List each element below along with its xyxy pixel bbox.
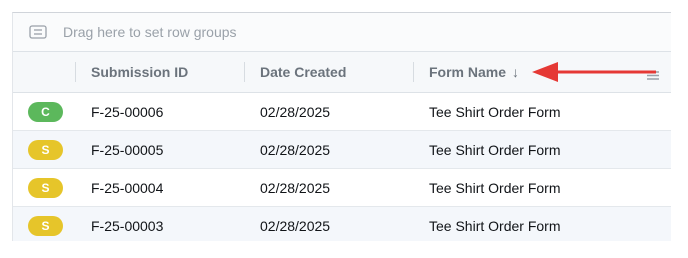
header-status bbox=[13, 52, 75, 92]
table-row[interactable]: C F-25-00006 02/28/2025 Tee Shirt Order … bbox=[13, 93, 671, 131]
row-groups-icon bbox=[29, 25, 47, 39]
header-date-created[interactable]: Date Created bbox=[244, 52, 413, 92]
sort-descending-icon[interactable]: ↓ bbox=[512, 64, 519, 80]
submission-id-cell: F-25-00003 bbox=[91, 217, 164, 234]
table-row[interactable]: S F-25-00005 02/28/2025 Tee Shirt Order … bbox=[13, 131, 671, 169]
row-group-drop-zone[interactable]: Drag here to set row groups bbox=[13, 13, 671, 52]
form-name-cell: Tee Shirt Order Form bbox=[429, 217, 561, 234]
date-created-cell: 02/28/2025 bbox=[260, 141, 331, 158]
status-badge: S bbox=[28, 177, 63, 198]
column-separator[interactable] bbox=[244, 62, 245, 82]
submission-id-cell: F-25-00005 bbox=[91, 141, 164, 158]
table-row[interactable]: S F-25-00004 02/28/2025 Tee Shirt Order … bbox=[13, 169, 671, 207]
status-badge: C bbox=[28, 101, 63, 122]
submission-id-cell: F-25-00004 bbox=[91, 179, 164, 196]
date-created-cell: 02/28/2025 bbox=[260, 103, 331, 120]
annotation-arrow-icon bbox=[532, 62, 656, 82]
date-created-cell: 02/28/2025 bbox=[260, 179, 331, 196]
submission-id-cell: F-25-00006 bbox=[91, 103, 164, 120]
status-badge: S bbox=[28, 215, 63, 236]
form-name-cell: Tee Shirt Order Form bbox=[429, 103, 561, 120]
column-separator[interactable] bbox=[413, 62, 414, 82]
data-grid: Drag here to set row groups Submission I… bbox=[12, 12, 671, 241]
column-separator[interactable] bbox=[75, 62, 76, 82]
date-created-cell: 02/28/2025 bbox=[260, 217, 331, 234]
form-name-cell: Tee Shirt Order Form bbox=[429, 141, 561, 158]
status-badge: S bbox=[28, 139, 63, 160]
row-group-placeholder: Drag here to set row groups bbox=[63, 24, 237, 40]
header-submission-id[interactable]: Submission ID bbox=[75, 52, 244, 92]
table-row[interactable]: S F-25-00003 02/28/2025 Tee Shirt Order … bbox=[13, 207, 671, 241]
form-name-cell: Tee Shirt Order Form bbox=[429, 179, 561, 196]
